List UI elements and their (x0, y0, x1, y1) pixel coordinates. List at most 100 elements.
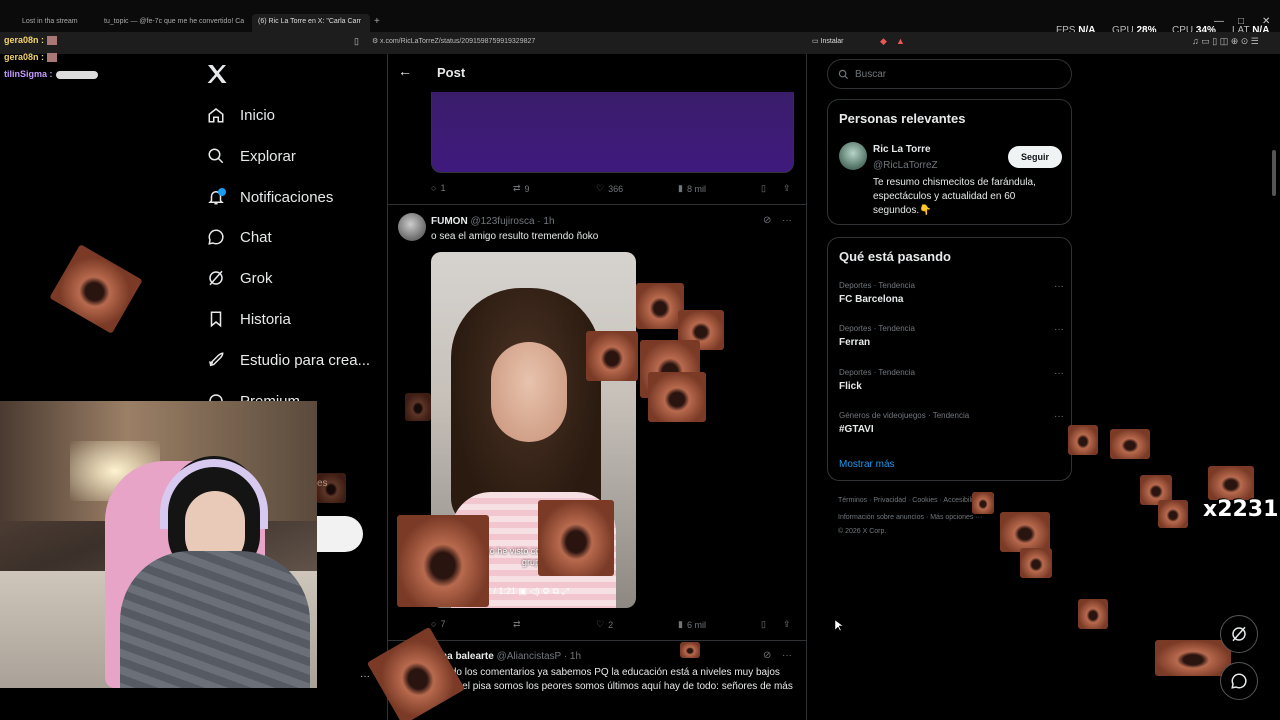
trend-item[interactable]: Deportes · Tendencia Ferran ··· (839, 324, 1064, 348)
follow-button[interactable]: Seguir (1008, 146, 1062, 168)
video-frame (491, 342, 567, 442)
extension-icon[interactable]: ♫ ▭ ▯ ◫ ⊕ ⊙ ☰ (1192, 36, 1259, 47)
person-bio: Te resumo chismecitos de farándula, espe… (873, 177, 1036, 216)
emote-overlay (1068, 425, 1098, 455)
nav-label: Grok (240, 269, 273, 287)
emote-overlay (636, 283, 684, 329)
notification-badge (218, 188, 226, 196)
overlay-shape (317, 516, 363, 552)
footer-links[interactable]: Información sobre anuncios · Más opcione… (838, 514, 982, 521)
trend-item[interactable]: Deportes · Tendencia FC Barcelona ··· (839, 281, 1064, 305)
bookmark-button[interactable]: ▯ (761, 183, 766, 194)
avatar[interactable] (839, 142, 867, 170)
nav-historia[interactable]: Historia (206, 305, 291, 333)
nav-estudio[interactable]: Estudio para crea... (206, 346, 370, 374)
close-window-button[interactable]: ✕ (1262, 16, 1270, 27)
x-logo-icon[interactable] (205, 62, 229, 86)
grok-button[interactable] (1220, 615, 1258, 653)
like-button[interactable]: ♡ 2 (596, 619, 613, 630)
combo-counter: x2231 (1203, 497, 1279, 522)
relevant-people-card: Personas relevantes Ric La Torre @RicLaT… (827, 99, 1072, 225)
tab-label: tu_topic — @fe-7c que me he convertido! … (104, 18, 245, 25)
reply-icon: ○ (431, 183, 437, 193)
new-tab-button[interactable]: + (374, 16, 380, 27)
nav-inicio[interactable]: Inicio (206, 101, 275, 129)
chat-message: gera08n : (4, 35, 58, 46)
home-icon (206, 105, 226, 125)
browser-tab[interactable]: Lost in tha stream (16, 14, 94, 32)
browser-tab[interactable]: tu_topic — @fe-7c que me he convertido! … (98, 14, 248, 32)
more-icon[interactable]: ··· (782, 650, 792, 661)
emote-overlay (1020, 548, 1052, 578)
emote-overlay (586, 331, 638, 381)
emote-overlay (49, 244, 143, 334)
nav-label: Estudio para crea... (240, 351, 371, 369)
heart-icon: ♡ (596, 619, 605, 629)
like-button[interactable]: ♡ 366 (596, 183, 623, 194)
show-more-link[interactable]: Mostrar más (839, 459, 895, 470)
bell-icon (206, 187, 226, 207)
nav-grok[interactable]: Grok (206, 264, 273, 292)
grok-icon[interactable]: ⊘ (763, 650, 771, 661)
person-name[interactable]: Ric La Torre (873, 144, 931, 155)
more-icon[interactable]: ··· (360, 671, 370, 682)
share-button[interactable]: ⇪ (783, 183, 791, 194)
footer-links[interactable]: Términos · Privacidad · Cookies · Accesi… (838, 497, 989, 504)
reply-icon: ○ (431, 619, 437, 629)
url-field[interactable]: x.com/RicLaTorreZ/status/209159875991932… (380, 38, 535, 45)
post-media[interactable] (431, 90, 794, 173)
nav-explorar[interactable]: Explorar (206, 142, 296, 170)
more-icon[interactable]: ··· (782, 215, 792, 226)
more-icon[interactable]: ··· (1054, 324, 1064, 335)
video-controls[interactable]: 2 / 1:21 ▣ ◁) ⚙ ⧉ ⤢ (486, 586, 569, 597)
bookmark-icon (206, 309, 226, 329)
chat-icon (206, 227, 226, 247)
tweet-author[interactable]: Dina balearte @AliancistasP · 1h (431, 651, 581, 662)
trends-card: Qué está pasando Deportes · Tendencia FC … (827, 237, 1072, 481)
emote-overlay (538, 500, 614, 576)
reply-button[interactable]: ○ 1 (431, 183, 445, 193)
bookmark-button[interactable]: ▯ (761, 619, 766, 630)
grok-icon[interactable]: ⊘ (763, 215, 771, 226)
more-icon[interactable]: ··· (1054, 281, 1064, 292)
back-arrow-icon[interactable]: ← (398, 63, 412, 79)
trend-item[interactable]: Géneros de videojuegos · Tendencia #GTAVI… (839, 411, 1064, 435)
share-button[interactable]: ⇪ (783, 619, 791, 630)
search-icon (206, 146, 226, 166)
search-icon (838, 69, 849, 79)
views-button[interactable]: ▮ 6 mil (678, 619, 706, 630)
trend-item[interactable]: Deportes · Tendencia Flick ··· (839, 368, 1064, 392)
site-info-icon[interactable]: ⚙ (372, 37, 378, 45)
install-button[interactable]: ▭ Instalar (812, 37, 844, 45)
chart-icon: ▮ (678, 183, 683, 193)
reply-button[interactable]: ○ 7 (431, 619, 445, 629)
more-icon[interactable]: ··· (1054, 411, 1064, 422)
emote-overlay (1208, 466, 1254, 500)
scrollbar[interactable] (1272, 150, 1276, 196)
minimize-button[interactable]: — (1214, 16, 1224, 27)
emote-overlay (397, 515, 489, 607)
person-handle: @RicLaTorreZ (873, 160, 938, 171)
warning-icon[interactable]: ▲ (896, 36, 905, 46)
page-title: Post (437, 65, 466, 80)
search-input[interactable]: Buscar (827, 59, 1072, 89)
messages-button[interactable] (1220, 662, 1258, 700)
tweet-text: Viendo los comentarios ya sabemos PQ la … (431, 667, 793, 706)
nav-notificaciones[interactable]: Notificaciones (206, 183, 333, 211)
shield-icon[interactable]: ◆ (880, 36, 887, 47)
emote-overlay (1155, 640, 1231, 676)
tweet-author[interactable]: FUMON @123fujirosca · 1h (431, 216, 555, 227)
chat-emote (55, 70, 98, 79)
browser-tab-active[interactable]: (6) Ric La Torre en X: "Carla Carr (252, 14, 370, 32)
views-button[interactable]: ▮ 8 mil (678, 183, 706, 194)
bookmark-icon: ▯ (761, 183, 766, 193)
avatar[interactable] (398, 213, 426, 241)
maximize-button[interactable]: □ (1238, 16, 1244, 27)
grok-icon (206, 268, 226, 288)
bookmark-icon[interactable]: ▯ (354, 36, 359, 47)
bookmark-icon: ▯ (761, 619, 766, 629)
nav-chat[interactable]: Chat (206, 223, 272, 251)
more-icon[interactable]: ··· (1054, 368, 1064, 379)
repost-button[interactable]: ⇄ (513, 619, 521, 630)
repost-button[interactable]: ⇄ 9 (513, 183, 530, 194)
